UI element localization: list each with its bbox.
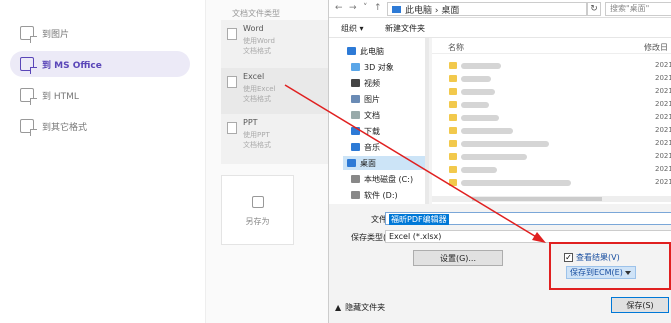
app-root: 到图片 到 MS Office 到 HTML 到其它格式 文档文件类型 Word…: [0, 0, 671, 323]
annotation-arrow: [284, 84, 546, 243]
